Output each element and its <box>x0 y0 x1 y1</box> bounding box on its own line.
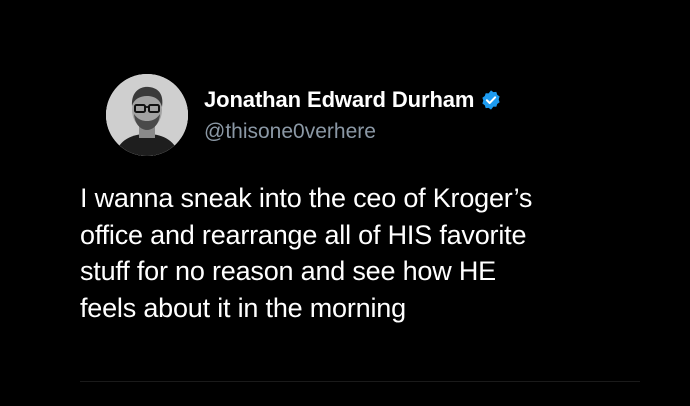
display-name[interactable]: Jonathan Edward Durham <box>204 87 475 113</box>
tweet-line: office and rearrange all of HIS favorite <box>80 219 527 250</box>
tweet-line: I wanna sneak into the ceo of Kroger’s <box>80 183 533 213</box>
tweet-line: stuff for no reason and see how HE <box>80 256 496 286</box>
handle[interactable]: @thisone0verhere <box>204 120 502 144</box>
avatar-photo <box>106 74 188 156</box>
tweet-text: I wanna sneak into the ceo of Kroger’s o… <box>80 180 660 326</box>
divider <box>80 381 640 382</box>
tweet-line: feels about it in the morning <box>80 292 406 323</box>
tweet-card: Jonathan Edward Durham @thisone0verhere … <box>0 0 690 406</box>
name-row: Jonathan Edward Durham <box>204 84 502 116</box>
avatar[interactable] <box>106 74 188 156</box>
author-info: Jonathan Edward Durham @thisone0verhere <box>204 84 502 144</box>
verified-badge-icon <box>480 89 502 111</box>
